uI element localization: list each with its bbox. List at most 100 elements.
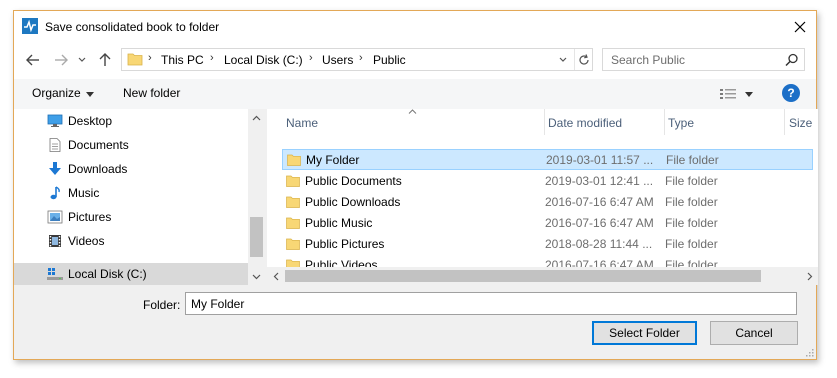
sidebar-item-local-disk[interactable]: Local Disk (C:) xyxy=(14,263,248,285)
scroll-up-button[interactable] xyxy=(248,109,265,126)
scroll-right-button[interactable] xyxy=(801,267,818,285)
sidebar-item-label: Music xyxy=(68,186,100,200)
cancel-button[interactable]: Cancel xyxy=(710,321,798,345)
breadcrumb-separator[interactable]: › xyxy=(210,52,214,64)
column-header-type[interactable]: Type xyxy=(665,109,784,135)
recent-locations-button[interactable] xyxy=(76,49,88,71)
sort-ascending-icon xyxy=(408,109,417,114)
breadcrumb-separator[interactable]: › xyxy=(359,52,363,64)
sidebar-item-label: Local Disk (C:) xyxy=(68,267,147,281)
scroll-thumb[interactable] xyxy=(285,270,761,282)
column-header-size[interactable]: Size xyxy=(785,109,818,135)
resize-grip-icon[interactable] xyxy=(804,347,814,357)
column-header-label: Size xyxy=(789,116,813,130)
toolbar: Organize New folder ? xyxy=(14,79,816,109)
drive-icon xyxy=(47,268,63,280)
select-folder-button[interactable]: Select Folder xyxy=(592,321,697,345)
refresh-button[interactable] xyxy=(574,49,592,70)
navigation-pane: Desktop Documents Downloads Music Pictur… xyxy=(14,109,265,285)
sidebar-item-music[interactable]: Music xyxy=(14,181,248,205)
navigation-row: › This PC › Local Disk (C:) › Users › Pu… xyxy=(14,43,816,79)
scroll-left-button[interactable] xyxy=(267,267,284,285)
videos-icon xyxy=(49,235,61,247)
sidebar-item-videos[interactable]: Videos xyxy=(14,229,248,253)
music-icon xyxy=(50,186,60,200)
downloads-icon xyxy=(49,162,61,175)
breadcrumb-public[interactable]: Public xyxy=(373,53,406,67)
table-row[interactable]: My Folder 2019-03-01 11:57 ... File fold… xyxy=(282,149,813,170)
file-date: 2018-08-28 11:44 ... xyxy=(545,237,653,251)
address-bar[interactable]: › This PC › Local Disk (C:) › Users › Pu… xyxy=(121,48,593,71)
file-name: Public Documents xyxy=(305,174,402,188)
file-type: File folder xyxy=(665,195,718,209)
view-details-icon[interactable] xyxy=(720,88,736,100)
desktop-icon xyxy=(47,114,63,127)
scroll-thumb[interactable] xyxy=(250,217,263,257)
folder-field[interactable] xyxy=(185,292,797,315)
folder-icon xyxy=(127,53,143,66)
sidebar-item-label: Documents xyxy=(68,138,129,152)
help-button[interactable]: ? xyxy=(782,84,800,102)
chevron-left-icon xyxy=(273,272,278,280)
sidebar-item-desktop[interactable]: Desktop xyxy=(14,109,248,133)
documents-icon xyxy=(49,138,61,152)
table-row[interactable]: Public Documents 2019-03-01 12:41 ... Fi… xyxy=(282,171,813,192)
arrow-left-icon xyxy=(26,54,39,66)
column-header-label: Date modified xyxy=(548,116,623,130)
breadcrumb-local-disk[interactable]: Local Disk (C:) xyxy=(224,53,303,67)
breadcrumb-users[interactable]: Users xyxy=(322,53,353,67)
file-date: 2019-03-01 12:41 ... xyxy=(545,174,654,188)
folder-icon xyxy=(286,196,300,208)
sidebar-item-documents[interactable]: Documents xyxy=(14,133,248,157)
breadcrumb-separator[interactable]: › xyxy=(148,52,152,64)
file-date: 2019-03-01 11:57 ... xyxy=(546,153,654,167)
search-input[interactable]: Search Public xyxy=(602,48,805,71)
back-button[interactable] xyxy=(22,49,44,71)
sidebar-item-label: Desktop xyxy=(68,114,113,128)
file-type: File folder xyxy=(665,174,718,188)
column-header-label: Name xyxy=(286,116,319,130)
table-row[interactable]: Public Music 2016-07-16 6:47 AM File fol… xyxy=(282,213,813,234)
file-name: My Folder xyxy=(306,153,360,167)
file-name: Public Music xyxy=(305,216,373,230)
search-placeholder: Search Public xyxy=(611,53,686,67)
arrow-up-icon xyxy=(99,53,111,66)
app-icon xyxy=(22,18,38,34)
file-type: File folder xyxy=(665,216,718,230)
folder-icon xyxy=(286,175,300,187)
organize-button[interactable]: Organize xyxy=(32,86,81,100)
column-header-name[interactable]: Name xyxy=(267,109,544,135)
caret-down-icon[interactable] xyxy=(86,92,94,97)
folder-label: Folder: xyxy=(143,298,181,312)
up-button[interactable] xyxy=(94,49,116,71)
sidebar-item-label: Downloads xyxy=(68,162,128,176)
chevron-up-icon xyxy=(252,115,261,120)
pictures-icon xyxy=(47,210,63,224)
horizontal-scrollbar[interactable] xyxy=(267,267,818,285)
folder-icon xyxy=(286,217,300,229)
sidebar-item-downloads[interactable]: Downloads xyxy=(14,157,248,181)
column-header-date[interactable]: Date modified xyxy=(545,109,664,135)
file-type: File folder xyxy=(666,153,719,167)
sidebar-item-pictures[interactable]: Pictures xyxy=(14,205,248,229)
table-row[interactable]: Public Downloads 2016-07-16 6:47 AM File… xyxy=(282,192,813,213)
address-dropdown-button[interactable] xyxy=(554,49,572,70)
sidebar-scrollbar[interactable] xyxy=(248,109,265,285)
new-folder-button[interactable]: New folder xyxy=(123,86,180,100)
file-list: Name Date modified Type Size My Folder 2… xyxy=(267,109,818,285)
search-icon[interactable] xyxy=(785,53,799,67)
breadcrumb-separator[interactable]: › xyxy=(309,52,313,64)
close-button[interactable] xyxy=(784,11,816,43)
chevron-down-icon xyxy=(559,57,567,62)
table-row[interactable]: Public Pictures 2018-08-28 11:44 ... Fil… xyxy=(282,234,813,255)
chevron-down-icon xyxy=(78,57,86,62)
save-folder-dialog: Save consolidated book to folder › This … xyxy=(13,10,818,360)
forward-button[interactable] xyxy=(50,49,72,71)
file-name: Public Downloads xyxy=(305,195,401,209)
breadcrumb-this-pc[interactable]: This PC xyxy=(161,53,204,67)
caret-down-icon[interactable] xyxy=(745,92,753,97)
scroll-down-button[interactable] xyxy=(248,268,265,285)
column-header-label: Type xyxy=(668,116,695,130)
folder-icon xyxy=(287,154,301,166)
sidebar-item-label: Videos xyxy=(68,234,105,248)
